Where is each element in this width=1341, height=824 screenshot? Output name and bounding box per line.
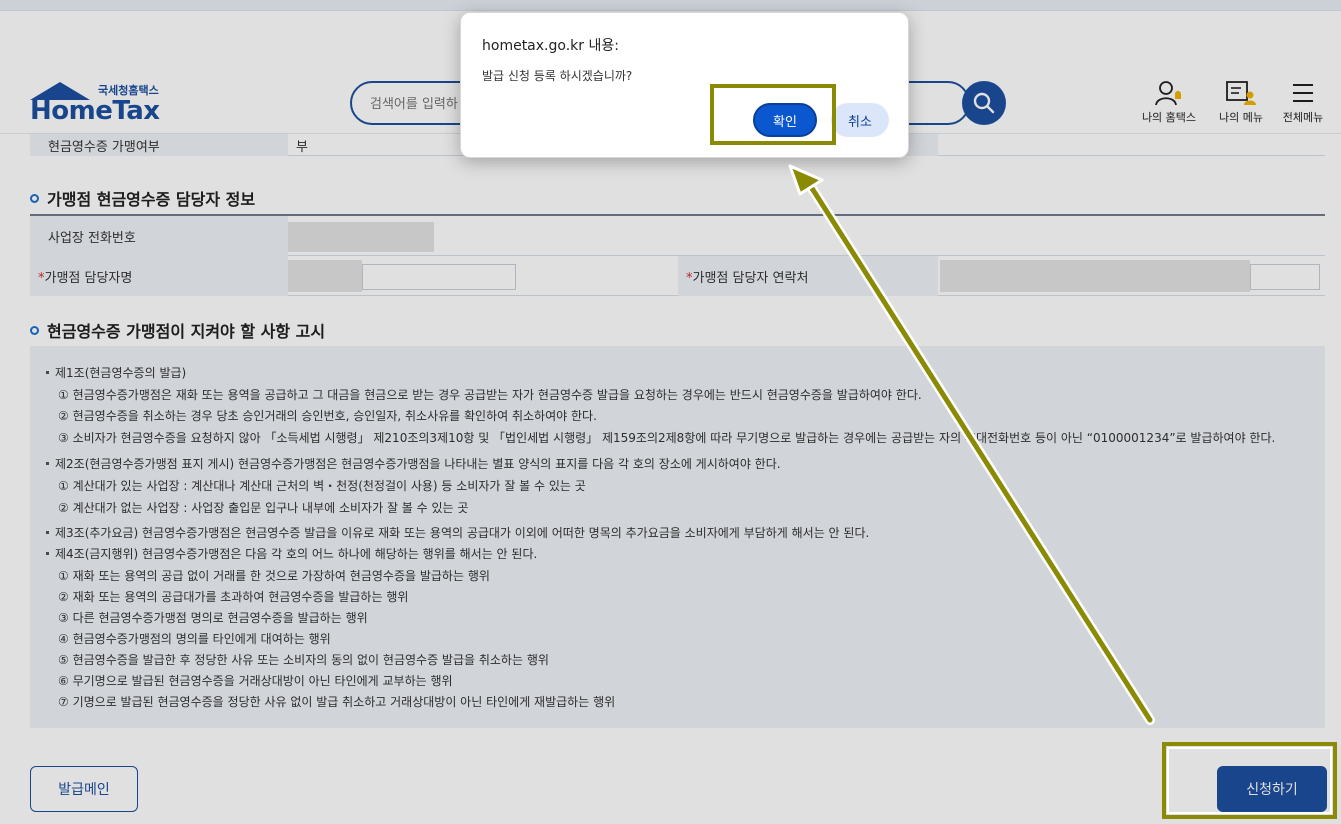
annotation-arrow-icon xyxy=(788,164,1155,725)
